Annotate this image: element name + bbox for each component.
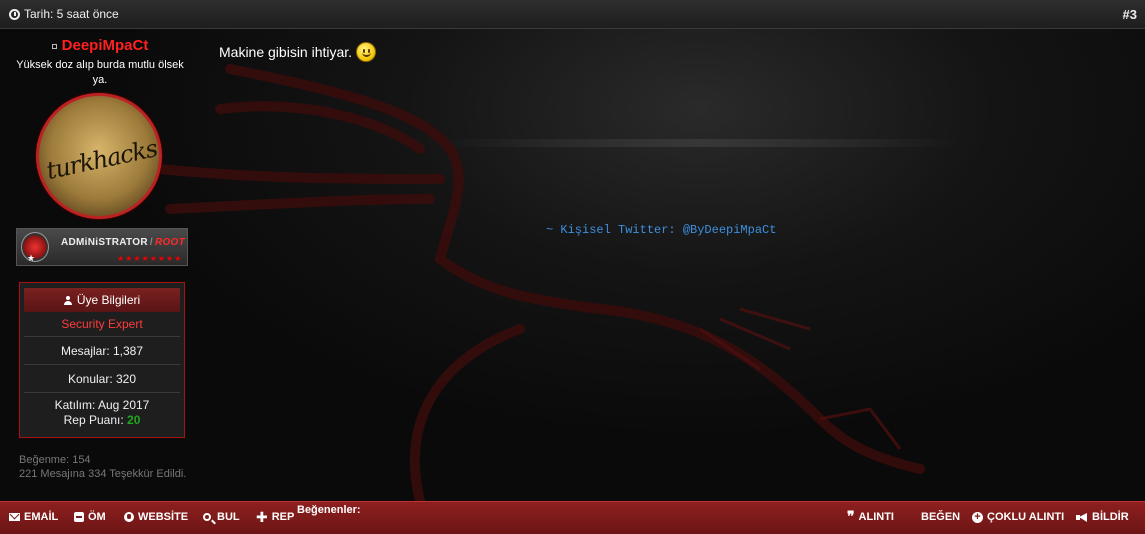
user-avatar[interactable]: turkhacks.com bbox=[36, 93, 162, 219]
post-container: DeepiMpaCt Yüksek doz alıp burda mutlu ö… bbox=[0, 29, 1145, 501]
background-shine bbox=[440, 139, 960, 147]
user-info-box: Üye Bilgileri Security Expert Mesajlar: … bbox=[19, 282, 185, 438]
rep-value: 20 bbox=[127, 413, 141, 427]
post-date: Tarih: 5 saat önce bbox=[9, 7, 119, 21]
rank-badge: ★ ADMiNiSTRATOR / ROOT ★★★★★★★★ bbox=[16, 228, 188, 266]
rank-label: ADMiNiSTRATOR / ROOT bbox=[61, 237, 185, 248]
plus-icon: ✚ bbox=[256, 509, 268, 525]
smiley-icon bbox=[356, 42, 377, 62]
multi-quote-button[interactable]: + ÇOKLU ALINTI bbox=[972, 511, 1064, 523]
quote-button[interactable]: ❞ ALINTI bbox=[847, 509, 894, 525]
quote-button-label: ALINTI bbox=[858, 511, 894, 523]
multi-quote-button-label: ÇOKLU ALINTI bbox=[987, 511, 1065, 523]
post-count: Mesajlar: 1,387 bbox=[24, 337, 180, 365]
globe-icon bbox=[124, 512, 134, 522]
envelope-icon bbox=[9, 513, 20, 521]
website-button[interactable]: WEBSİTE bbox=[124, 511, 188, 523]
report-button[interactable]: BİLDİR bbox=[1076, 511, 1129, 523]
user-sidebar: DeepiMpaCt Yüksek doz alıp burda mutlu ö… bbox=[0, 29, 200, 501]
rank-stars: ★★★★★★★★ bbox=[117, 254, 183, 263]
rep-points: Rep Puanı: 20 bbox=[24, 413, 180, 428]
rep-button[interactable]: ✚ REP bbox=[256, 509, 295, 525]
rank-secondary: ROOT bbox=[154, 237, 186, 248]
pm-button[interactable]: ÖM bbox=[74, 511, 106, 523]
user-title: Yüksek doz alıp burda mutlu ölsek ya. bbox=[16, 59, 184, 86]
thanks-count: 221 Mesajına 334 Teşekkür Edildi. bbox=[19, 468, 187, 480]
online-status-icon bbox=[51, 43, 57, 49]
rank-separator: / bbox=[149, 237, 153, 248]
user-info-header[interactable]: Üye Bilgileri bbox=[24, 288, 180, 312]
join-date: Katılım: Aug 2017 bbox=[54, 398, 150, 412]
find-button[interactable]: BUL bbox=[203, 511, 240, 523]
report-button-label: BİLDİR bbox=[1092, 511, 1129, 523]
post-number-link[interactable]: #3 bbox=[1123, 7, 1137, 22]
find-button-label: BUL bbox=[217, 511, 240, 523]
like-button-label: BEĞEN bbox=[921, 511, 961, 523]
clock-icon bbox=[9, 8, 20, 20]
email-button[interactable]: EMAİL bbox=[9, 511, 58, 523]
post-message: Makine gibisin ihtiyar. bbox=[219, 42, 377, 62]
user-icon bbox=[63, 295, 72, 305]
post-message-text: Makine gibisin ihtiyar. bbox=[219, 44, 353, 60]
like-button[interactable]: BEĞEN bbox=[921, 511, 960, 523]
user-signature: ~ Kişisel Twitter: @ByDeepiMpaCt bbox=[546, 223, 777, 237]
likes-count: Beğenme: 154 bbox=[19, 454, 91, 466]
username-row: DeepiMpaCt bbox=[0, 37, 200, 54]
rank-primary: ADMiNiSTRATOR bbox=[61, 237, 148, 248]
email-button-label: EMAİL bbox=[24, 511, 59, 523]
post-header-bar: Tarih: 5 saat önce #3 bbox=[0, 0, 1145, 29]
post-action-bar: EMAİL ÖM WEBSİTE BUL ✚ REP Beğenenler: ❞… bbox=[0, 501, 1145, 534]
circle-plus-icon: + bbox=[972, 511, 983, 523]
join-and-rep: Katılım: Aug 2017 Rep Puanı: 20 bbox=[24, 393, 180, 428]
user-thanks-stats: Beğenme: 154 221 Mesajına 334 Teşekkür E… bbox=[19, 453, 186, 481]
thread-count: Konular: 320 bbox=[24, 365, 180, 393]
rep-button-label: REP bbox=[271, 511, 295, 523]
rep-label: Rep Puanı: bbox=[63, 413, 124, 427]
quote-icon: ❞ bbox=[847, 509, 855, 525]
message-icon bbox=[74, 512, 84, 522]
megaphone-icon bbox=[1076, 512, 1088, 522]
post-date-label: Tarih: 5 saat önce bbox=[24, 7, 119, 21]
user-info-header-label: Üye Bilgileri bbox=[76, 293, 141, 307]
user-role: Security Expert bbox=[24, 312, 180, 337]
pm-button-label: ÖM bbox=[88, 511, 106, 523]
username-link[interactable]: DeepiMpaCt bbox=[62, 37, 149, 54]
search-icon bbox=[203, 513, 211, 521]
star-icon: ★ bbox=[27, 253, 36, 263]
avatar-text: turkhacks.com bbox=[43, 123, 162, 185]
likers-label: Beğenenler: bbox=[297, 504, 361, 516]
website-button-label: WEBSİTE bbox=[138, 511, 189, 523]
